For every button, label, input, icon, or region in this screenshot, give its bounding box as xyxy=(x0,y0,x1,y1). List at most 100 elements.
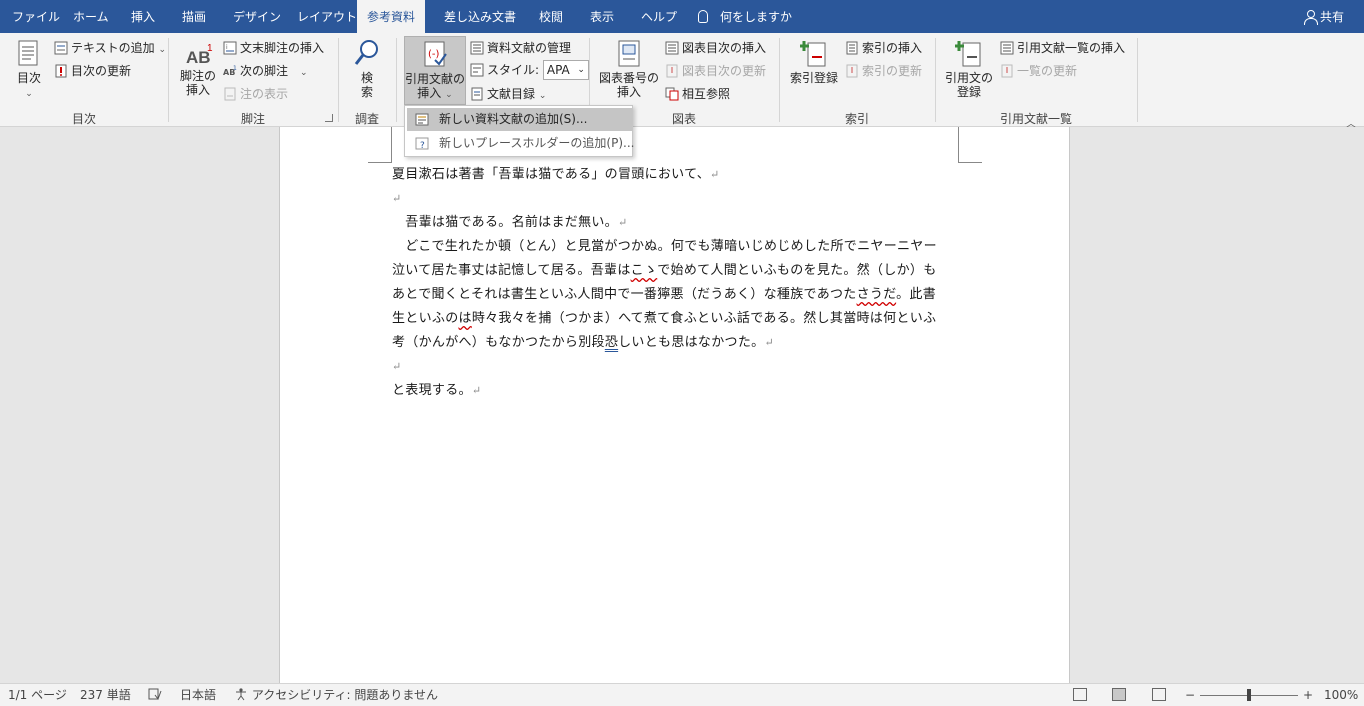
share-label: 共有 xyxy=(1319,10,1344,24)
svg-text:(-): (-) xyxy=(428,49,440,60)
toa-group-label: 引用文献一覧 xyxy=(999,112,1072,126)
update-table-of-figures-button[interactable]: 図表目次の更新 xyxy=(665,61,766,81)
person-icon xyxy=(1303,10,1318,25)
mark-entry-label: 索引登録 xyxy=(789,71,838,85)
style-selector[interactable]: スタイル: APA ⌄ xyxy=(470,60,589,80)
insert-tof-label: 図表目次の挿入 xyxy=(682,41,767,55)
insert-caption-button[interactable]: 図表番号の 挿入 xyxy=(598,39,660,99)
toc-icon xyxy=(18,40,38,66)
update-index-button[interactable]: 索引の更新 xyxy=(845,61,922,81)
mark-citation-label-2: 登録 xyxy=(956,85,981,99)
tab-references[interactable]: 参考資料 xyxy=(357,0,426,33)
manage-sources-label: 資料文献の管理 xyxy=(487,41,572,55)
toc-button[interactable]: 目次 ⌄ xyxy=(12,39,46,101)
chevron-down-icon: ⌄ xyxy=(25,89,33,99)
tell-me-box[interactable]: 何をしますか xyxy=(698,0,792,33)
tab-file[interactable]: ファイル xyxy=(12,0,60,33)
accessibility-icon xyxy=(236,688,246,701)
paragraph: と表現する。↵ xyxy=(392,383,482,398)
insert-citation-button[interactable]: (-) 引用文献の 挿入 ⌄ xyxy=(404,36,466,105)
tab-mailings[interactable]: 差し込み文書 xyxy=(444,0,516,33)
chevron-down-icon: ⌄ xyxy=(445,90,453,100)
insert-endnote-label: 文末脚注の挿入 xyxy=(240,41,325,55)
add-new-source-item[interactable]: 新しい資料文献の追加(S)... xyxy=(407,108,632,131)
cross-reference-button[interactable]: 相互参照 xyxy=(665,84,730,104)
accessibility-button[interactable]: アクセシビリティ: 問題ありません xyxy=(234,684,438,706)
zoom-level[interactable]: 100% xyxy=(1324,684,1358,706)
print-layout-icon[interactable] xyxy=(1112,688,1126,701)
lightbulb-icon xyxy=(698,10,708,23)
manage-sources-icon xyxy=(470,41,484,55)
word-count[interactable]: 237 単語 xyxy=(80,684,131,706)
mark-citation-label-1: 引用文の xyxy=(944,71,993,85)
next-footnote-icon: AB1 xyxy=(223,65,237,77)
add-placeholder-label: 新しいプレースホルダーの追加(P)... xyxy=(439,136,635,150)
zoom-out-button[interactable]: − xyxy=(1185,684,1195,706)
page-count[interactable]: 1/1 ページ xyxy=(8,684,67,706)
footnote-icon: AB 1 xyxy=(186,43,213,67)
insert-citation-label-1: 引用文献の xyxy=(405,72,466,86)
toc-group-label: 目次 xyxy=(71,112,96,126)
chevron-down-icon: ⌄ xyxy=(300,68,308,78)
tab-insert[interactable]: 挿入 xyxy=(131,0,155,33)
zoom-slider-thumb[interactable] xyxy=(1247,689,1251,701)
search-label-1: 検 xyxy=(360,71,373,85)
tab-design[interactable]: デザイン xyxy=(233,0,281,33)
style-dropdown[interactable]: APA ⌄ xyxy=(542,60,589,80)
svg-text:?: ? xyxy=(420,141,425,150)
next-footnote-button[interactable]: AB 1 次の脚注 ⌄ xyxy=(223,61,308,81)
paragraph: 吾輩は猫である。名前はまだ無い。↵ xyxy=(392,215,628,230)
index-group-label: 索引 xyxy=(844,112,869,126)
style-icon xyxy=(470,63,484,77)
update-toa-button[interactable]: 一覧の更新 xyxy=(1000,61,1077,81)
accessibility-label: アクセシビリティ: 問題ありません xyxy=(251,688,439,702)
style-value: APA xyxy=(546,63,570,77)
update-toa-icon xyxy=(1001,64,1013,78)
paragraph-line: あとで聞くとそれは書生といふ人間中で一番獰悪（だうあく）な種族であつたさうだ。此… xyxy=(392,287,937,302)
mark-citation-button[interactable]: 引用文の 登録 xyxy=(944,39,994,99)
add-source-icon xyxy=(415,113,429,126)
insert-endnote-button[interactable]: i 文末脚注の挿入 xyxy=(223,38,324,58)
ribbon: 目次 ⌄ テキストの追加 ⌄ 目次の更新 目次 AB 1 脚注の 挿入 i 文末脚注の… xyxy=(0,33,1364,130)
insert-toa-button[interactable]: 引用文献一覧の挿入 xyxy=(1000,38,1125,58)
cross-ref-label: 相互参照 xyxy=(682,87,731,101)
tab-draw[interactable]: 描画 xyxy=(182,0,206,33)
tab-review[interactable]: 校閲 xyxy=(539,0,563,33)
add-new-placeholder-item[interactable]: ? 新しいプレースホルダーの追加(P)... xyxy=(407,132,635,155)
search-button[interactable]: 検索 xyxy=(350,39,384,99)
read-mode-icon[interactable] xyxy=(1073,688,1087,701)
show-notes-button[interactable]: 注の表示 xyxy=(223,84,288,104)
paragraph-line: 考（かんがへ）もなかつたから別段恐しいとも思はなかつた。↵ xyxy=(392,335,774,350)
paragraph-line: 生といふのは時々我々を捕（つかま）へて煮て食ふといふ話である。然し其當時は何とい… xyxy=(392,311,937,326)
zoom-in-button[interactable]: + xyxy=(1303,684,1313,706)
update-toc-button[interactable]: 目次の更新 xyxy=(54,61,131,81)
proofing-icon[interactable] xyxy=(148,684,162,706)
style-label: スタイル: xyxy=(487,63,540,77)
tab-layout[interactable]: レイアウト xyxy=(297,0,357,33)
bibliography-button[interactable]: 文献目録 ⌄ xyxy=(470,84,546,104)
mark-entry-button[interactable]: 索引登録 xyxy=(788,39,840,85)
tab-home[interactable]: ホーム xyxy=(73,0,109,33)
insert-footnote-label-1: 脚注の xyxy=(179,69,216,83)
insert-citation-icon: (-) xyxy=(424,41,447,67)
manage-sources-button[interactable]: 資料文献の管理 xyxy=(470,38,571,58)
web-layout-icon[interactable] xyxy=(1152,688,1166,701)
insert-footnote-button[interactable]: AB 1 脚注の 挿入 xyxy=(178,41,218,97)
add-text-button[interactable]: テキストの追加 ⌄ xyxy=(54,38,166,58)
tab-view[interactable]: 表示 xyxy=(590,0,614,33)
insert-index-button[interactable]: 索引の挿入 xyxy=(845,38,922,58)
insert-caption-label-1: 図表番号の xyxy=(598,71,659,85)
update-index-icon xyxy=(846,64,858,78)
dialog-launcher-icon[interactable] xyxy=(325,114,333,122)
status-bar: 1/1 ページ 237 単語 日本語 アクセシビリティ: 問題ありません − +… xyxy=(0,683,1364,706)
share-button[interactable]: 共有 xyxy=(1303,0,1344,33)
tab-help[interactable]: ヘルプ xyxy=(641,0,677,33)
add-text-label: テキストの追加 xyxy=(71,41,155,55)
document-page[interactable]: 夏目漱石は著書「吾輩は猫である」の冒頭において、↵ ↵ 吾輩は猫である。名前はま… xyxy=(279,127,1070,683)
insert-footnote-label-2: 挿入 xyxy=(185,83,210,97)
insert-table-of-figures-button[interactable]: 図表目次の挿入 xyxy=(665,38,766,58)
language-indicator[interactable]: 日本語 xyxy=(180,684,216,706)
bibliography-icon xyxy=(471,87,483,101)
insert-toa-label: 引用文献一覧の挿入 xyxy=(1017,41,1126,55)
chevron-down-icon: ⌄ xyxy=(577,65,585,75)
